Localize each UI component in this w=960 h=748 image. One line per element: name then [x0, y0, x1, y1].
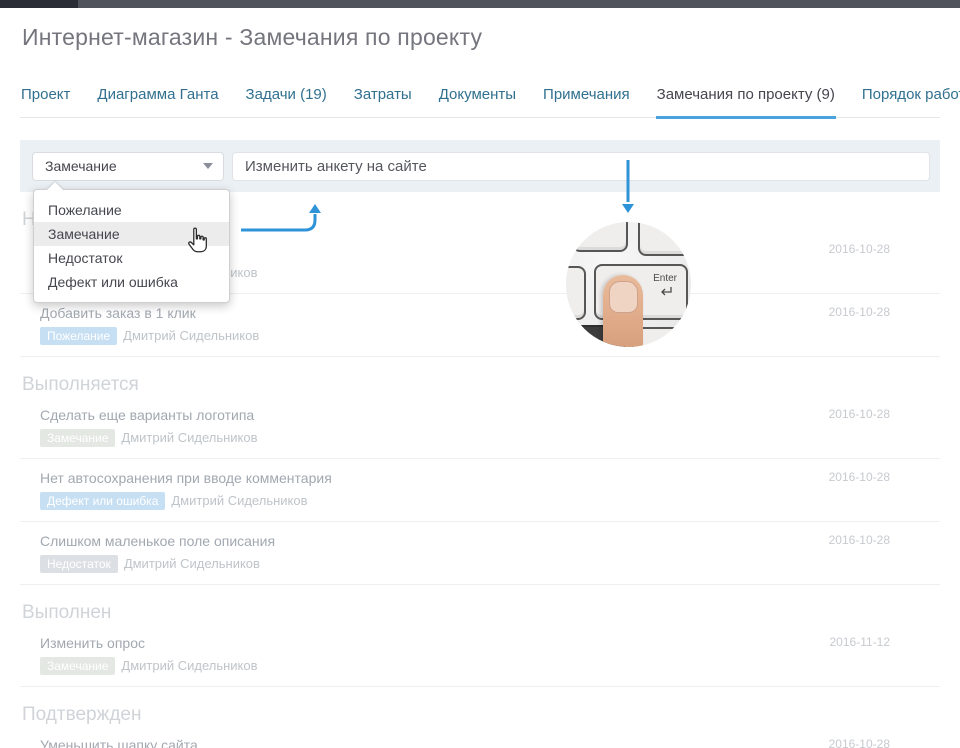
status-section: Подтвержден Уменьшить шапку сайта Замеча… [20, 704, 940, 748]
section-heading: Выполняется [22, 374, 940, 396]
chevron-down-icon [203, 163, 213, 169]
remark-date: 2016-10-28 [829, 737, 890, 748]
window-top-bar-accent [0, 0, 78, 8]
tab-documents[interactable]: Документы [438, 86, 517, 119]
remark-title: Добавить заказ в 1 клик [40, 303, 940, 323]
remark-row[interactable]: Уменьшить шапку сайта Замечание Дмитрий … [20, 726, 940, 748]
tab-label: Задачи (19) [246, 86, 327, 103]
enter-key-label: Enter [653, 273, 677, 284]
remark-type-badge: Пожелание [40, 327, 117, 345]
status-section: Выполняется Сделать еще варианты логотип… [20, 374, 940, 585]
project-remarks-page: Интернет-магазин - Замечания по проекту … [0, 0, 960, 748]
remark-date: 2016-11-12 [830, 635, 891, 649]
remark-type-badge: Замечание [40, 657, 115, 675]
remark-title: Сделать еще варианты логотипа [40, 405, 940, 425]
remark-row[interactable]: Нет автосохранения при вводе комментария… [20, 459, 940, 522]
enter-key-image: Enter [566, 222, 691, 347]
remark-date: 2016-10-28 [829, 242, 890, 256]
remark-row[interactable]: Сделать еще варианты логотипа Замечание … [20, 396, 940, 459]
tab-gantt[interactable]: Диаграмма Ганта [96, 86, 219, 119]
remark-author: Дмитрий Сидельников [171, 493, 307, 508]
tab-project[interactable]: Проект [20, 86, 71, 119]
tab-notes[interactable]: Примечания [542, 86, 631, 119]
remark-author: Дмитрий Сидельников [121, 430, 257, 445]
remark-author: Дмитрий Сидельников [121, 658, 257, 673]
tab-costs[interactable]: Затраты [353, 86, 413, 119]
tab-label: Диаграмма Ганта [97, 86, 218, 103]
tab-bar: Проект Диаграмма Ганта Задачи (19) Затраты Д… [20, 86, 940, 118]
remark-row[interactable]: Добавить заказ в 1 клик Пожелание Дмитри… [20, 294, 940, 357]
type-select[interactable]: Замечание [32, 152, 224, 181]
tab-label: Примечания [543, 86, 630, 103]
tab-work-order[interactable]: Порядок работ [861, 86, 960, 119]
remark-row[interactable]: Изменить опрос Замечание Дмитрий Сидельн… [20, 624, 940, 687]
keyboard-key [638, 222, 691, 256]
hand-cursor-icon [184, 226, 210, 256]
remark-date: 2016-10-28 [829, 407, 890, 421]
tab-label: Проект [21, 86, 70, 103]
remark-type-badge: Дефект или ошибка [40, 492, 165, 510]
remark-title: Слишком маленькое поле описания [40, 531, 940, 551]
remark-author: Дмитрий Сидельников [124, 556, 260, 571]
remark-input[interactable] [232, 152, 930, 181]
remark-type-badge: Недостаток [40, 555, 118, 573]
tab-label: Документы [439, 86, 516, 103]
remark-type-badge: Замечание [40, 429, 115, 447]
remark-date: 2016-10-28 [829, 305, 890, 319]
page-title: Интернет-магазин - Замечания по проекту [22, 24, 482, 51]
tab-tasks[interactable]: Задачи (19) [245, 86, 328, 119]
type-select-value: Замечание [45, 158, 203, 174]
return-arrow-icon [658, 286, 674, 298]
tab-label: Замечания по проекту (9) [657, 86, 835, 103]
keyboard-key [566, 266, 586, 320]
section-heading: Выполнен [22, 602, 940, 624]
remark-row[interactable]: Слишком маленькое поле описания Недостат… [20, 522, 940, 585]
window-top-bar [0, 0, 960, 8]
fingernail [609, 281, 638, 313]
menu-notch [47, 182, 63, 190]
tab-project-remarks[interactable]: Замечания по проекту (9) [656, 86, 836, 119]
tab-label: Порядок работ [862, 86, 960, 103]
remark-title: Уменьшить шапку сайта [40, 735, 940, 748]
keyboard-key [572, 222, 628, 252]
remark-date: 2016-10-28 [829, 533, 890, 547]
remark-author: Дмитрий Сидельников [123, 328, 259, 343]
composer-toolbar: Замечание [20, 140, 940, 192]
remark-date: 2016-10-28 [829, 470, 890, 484]
status-section: Выполнен Изменить опрос Замечание Дмитри… [20, 602, 940, 687]
section-heading: Подтвержден [22, 704, 940, 726]
remark-title: Нет автосохранения при вводе комментария [40, 468, 940, 488]
option-pozhelanie[interactable]: Пожелание [34, 198, 229, 222]
tab-label: Затраты [354, 86, 412, 103]
remark-title: Изменить опрос [40, 633, 940, 653]
type-dropdown-menu: ПожеланиеЗамечаниеНедостатокДефект или о… [33, 189, 230, 303]
finger [603, 275, 643, 347]
option-defekt[interactable]: Дефект или ошибка [34, 270, 229, 294]
